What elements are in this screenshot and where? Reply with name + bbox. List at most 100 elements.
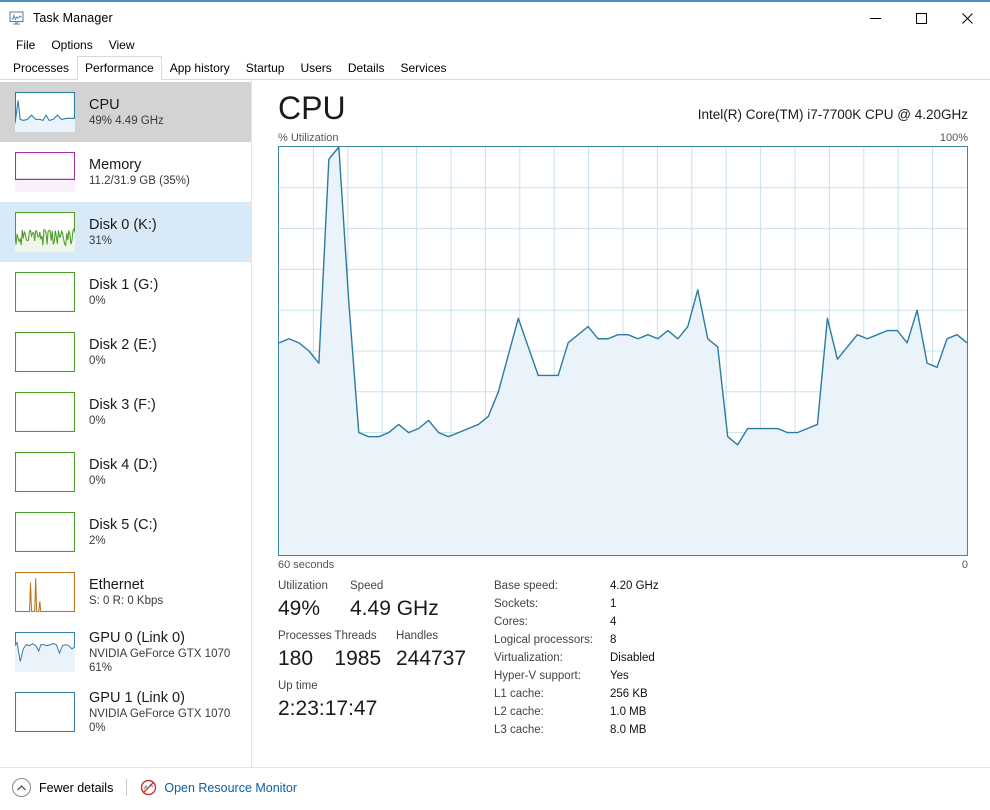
sidebar-item-cpu[interactable]: CPU 49% 4.49 GHz <box>0 82 251 142</box>
stat-utilization: Utilization 49% <box>278 577 350 623</box>
processor-name: Intel(R) Core(TM) i7-7700K CPU @ 4.20GHz <box>697 107 968 122</box>
sidebar-item-sublabel: NVIDIA GeForce GTX 1070 <box>89 707 231 720</box>
sidebar-item-disk-3-f[interactable]: Disk 3 (F:) 0% <box>0 382 251 442</box>
task-manager-window: Task Manager File Options View Processes… <box>0 0 990 810</box>
tab-details[interactable]: Details <box>340 56 393 80</box>
sidebar-item-label: GPU 0 (Link 0) <box>89 629 185 646</box>
sidebar-item-sublabel: 0% <box>89 354 106 367</box>
menu-bar: File Options View <box>0 34 990 56</box>
window-controls <box>852 2 990 34</box>
sidebar-item-memory[interactable]: Memory 11.2/31.9 GB (35%) <box>0 142 251 202</box>
sidebar-item-text: Disk 3 (F:) 0% <box>89 397 156 428</box>
sidebar-item-gpu-1-link-0[interactable]: GPU 1 (Link 0) NVIDIA GeForce GTX 1070 0% <box>0 682 251 742</box>
sidebar-item-sublabel: 2% <box>89 534 106 547</box>
sidebar-item-text: CPU 49% 4.49 GHz <box>89 97 164 128</box>
detail-row: L1 cache: 256 KB <box>494 685 968 703</box>
stats-details: Base speed: 4.20 GHz Sockets: 1 Cores: 4 Logic… <box>490 577 968 739</box>
chart-y-axis-label: % Utilization <box>278 132 339 144</box>
stat-utilization-value: 49% <box>278 597 321 620</box>
sidebar-thumbnail-disk-idle-icon <box>15 452 75 492</box>
menu-file[interactable]: File <box>8 36 43 54</box>
sidebar-item-disk-0-k[interactable]: Disk 0 (K:) 31% <box>0 202 251 262</box>
sidebar-item-disk-1-g[interactable]: Disk 1 (G:) 0% <box>0 262 251 322</box>
chart-x-end-label: 0 <box>961 559 968 571</box>
menu-options[interactable]: Options <box>43 36 100 54</box>
detail-row: L2 cache: 1.0 MB <box>494 703 968 721</box>
sidebar-thumbnail-ethernet-icon <box>15 572 75 612</box>
chart-top-labels: % Utilization 100% <box>278 132 968 144</box>
detail-value: 8 <box>610 634 617 646</box>
maximize-button[interactable] <box>898 2 944 34</box>
stat-utilization-label: Utilization <box>278 580 328 592</box>
stat-handles-label: Handles <box>395 630 439 642</box>
sidebar-item-text: Disk 1 (G:) 0% <box>89 277 158 308</box>
chart-bottom-labels: 60 seconds 0 <box>278 559 968 571</box>
minimize-button[interactable] <box>852 2 898 34</box>
tab-performance[interactable]: Performance <box>77 56 162 80</box>
title-bar: Task Manager <box>0 2 990 34</box>
sidebar-item-sublabel-2: 0% <box>89 721 106 734</box>
stat-speed: Speed 4.49 GHz <box>350 577 490 623</box>
stat-uptime: Up time 2:23:17:47 <box>278 677 478 723</box>
sidebar-item-gpu-0-link-0[interactable]: GPU 0 (Link 0) NVIDIA GeForce GTX 1070 61% <box>0 622 251 682</box>
sidebar-item-sublabel: S: 0 R: 0 Kbps <box>89 594 164 607</box>
detail-value: 4.20 GHz <box>610 580 659 592</box>
tab-processes[interactable]: Processes <box>5 56 77 80</box>
sidebar-thumbnail-disk-idle-icon <box>15 332 75 372</box>
stats-row-2: Processes 180 Threads 1985 Handles 24473… <box>278 627 490 673</box>
task-manager-icon <box>9 10 25 26</box>
sidebar-thumbnail-disk-idle-icon <box>15 272 75 312</box>
sidebar-item-sublabel: NVIDIA GeForce GTX 1070 <box>89 647 231 660</box>
sidebar-item-label: Disk 5 (C:) <box>89 516 158 533</box>
sidebar-item-sublabel: 0% <box>89 294 106 307</box>
open-resource-monitor-button[interactable]: Open Resource Monitor <box>140 779 297 796</box>
cpu-utilization-chart[interactable] <box>278 146 968 556</box>
tab-users[interactable]: Users <box>292 56 339 80</box>
detail-row: Virtualization: Disabled <box>494 649 968 667</box>
resource-monitor-icon <box>140 779 157 796</box>
detail-key: Base speed: <box>494 580 558 592</box>
chart-x-start-label: 60 seconds <box>278 559 335 571</box>
fewer-details-button[interactable]: Fewer details <box>12 778 113 797</box>
tab-services[interactable]: Services <box>393 56 455 80</box>
sidebar-thumbnail-disk-idle-icon <box>15 392 75 432</box>
detail-key: Sockets: <box>494 598 539 610</box>
sidebar-thumbnail-gpu-idle-icon <box>15 692 75 732</box>
sidebar-item-disk-2-e[interactable]: Disk 2 (E:) 0% <box>0 322 251 382</box>
stat-processes-value: 180 <box>278 647 314 670</box>
detail-row: L3 cache: 8.0 MB <box>494 721 968 739</box>
content-area: CPU 49% 4.49 GHz Memory 11.2/31.9 GB (35%) D… <box>0 80 990 767</box>
detail-key: Hyper-V support: <box>494 670 581 682</box>
detail-key: L3 cache: <box>494 724 544 736</box>
sidebar-item-label: Disk 2 (E:) <box>89 336 157 353</box>
sidebar-item-ethernet[interactable]: Ethernet S: 0 R: 0 Kbps <box>0 562 251 622</box>
menu-view[interactable]: View <box>101 36 143 54</box>
close-button[interactable] <box>944 2 990 34</box>
sidebar-thumbnail-cpu-icon <box>15 92 75 132</box>
tab-app-history[interactable]: App history <box>162 56 238 80</box>
tab-startup[interactable]: Startup <box>238 56 293 80</box>
status-bar: Fewer details Open Resource Monitor <box>0 767 990 807</box>
sidebar-item-label: CPU <box>89 96 120 113</box>
sidebar-item-text: Memory 11.2/31.9 GB (35%) <box>89 157 190 188</box>
detail-key: Virtualization: <box>494 652 563 664</box>
sidebar-item-sublabel: 0% <box>89 414 106 427</box>
stat-uptime-value: 2:23:17:47 <box>278 697 378 720</box>
sidebar-item-text: GPU 0 (Link 0) NVIDIA GeForce GTX 1070 61% <box>89 630 230 675</box>
stats-row-1: Utilization 49% Speed 4.49 GHz <box>278 577 490 623</box>
sidebar-item-label: Disk 0 (K:) <box>89 216 157 233</box>
stats-area: Utilization 49% Speed 4.49 GHz Processes… <box>278 577 968 739</box>
resource-sidebar[interactable]: CPU 49% 4.49 GHz Memory 11.2/31.9 GB (35%) D… <box>0 80 252 767</box>
sidebar-item-label: GPU 1 (Link 0) <box>89 689 185 706</box>
sidebar-item-disk-4-d[interactable]: Disk 4 (D:) 0% <box>0 442 251 502</box>
detail-value: 1.0 MB <box>610 706 647 718</box>
sidebar-thumbnail-disk-idle-icon <box>15 512 75 552</box>
tab-bar: Processes Performance App history Startu… <box>0 56 990 80</box>
open-resource-monitor-label: Open Resource Monitor <box>164 780 298 795</box>
detail-value: 1 <box>610 598 617 610</box>
sidebar-item-disk-5-c[interactable]: Disk 5 (C:) 2% <box>0 502 251 562</box>
sidebar-item-label: Memory <box>89 156 142 173</box>
detail-value: Disabled <box>610 652 655 664</box>
status-divider <box>126 779 128 796</box>
stat-handles: Handles 244737 <box>396 627 490 673</box>
